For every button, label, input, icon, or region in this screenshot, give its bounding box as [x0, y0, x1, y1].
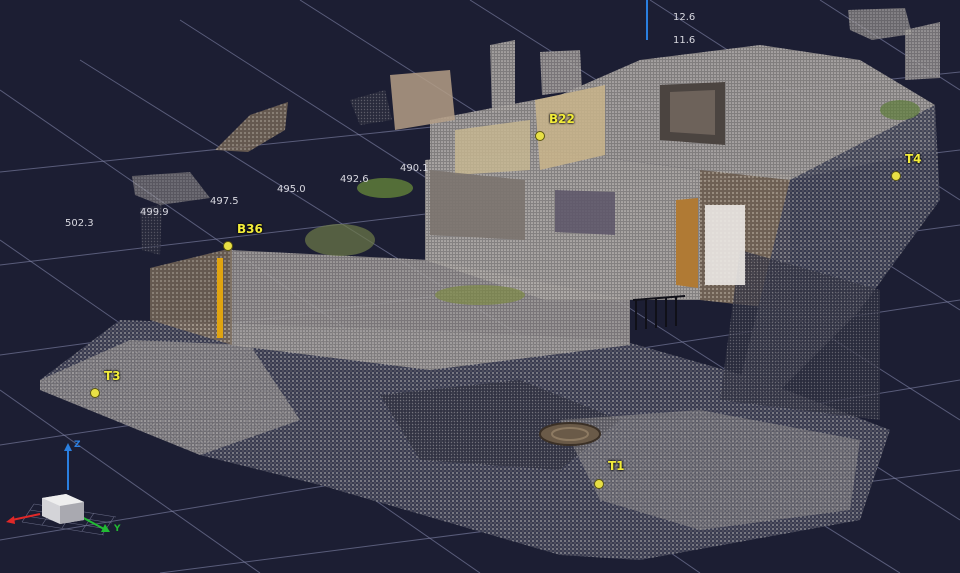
grid-label-vertical-second: 11.6: [673, 35, 696, 46]
grid-label-497: 497.5: [210, 196, 239, 207]
marker-label-t1: T1: [608, 459, 625, 473]
grid-label-492: 492.6: [340, 174, 369, 185]
grid-label-499: 499.9: [140, 207, 169, 218]
marker-point-b36[interactable]: [223, 241, 233, 251]
marker-label-b22: B22: [549, 112, 575, 126]
marker-point-t3[interactable]: [90, 388, 100, 398]
axis-z-label: Z: [74, 440, 81, 450]
axis-y-label: Y: [114, 524, 121, 534]
marker-label-t4: T4: [905, 152, 922, 166]
axis-orientation-gizmo[interactable]: Z Y: [4, 440, 134, 550]
grid-label-vertical-top: 12.6: [673, 12, 696, 23]
marker-label-t3: T3: [104, 369, 121, 383]
marker-point-t1[interactable]: [594, 479, 604, 489]
marker-label-b36: B36: [237, 222, 263, 236]
grid-label-502: 502.3: [65, 218, 94, 229]
point-cloud-viewport[interactable]: 12.6 11.6 502.3 499.9 497.5 495.0 492.6 …: [0, 0, 960, 573]
marker-point-t4[interactable]: [891, 171, 901, 181]
grid-label-495: 495.0: [277, 184, 306, 195]
marker-point-b22[interactable]: [535, 131, 545, 141]
point-cloud-scene[interactable]: [0, 0, 960, 573]
grid-label-490: 490.1: [400, 163, 429, 174]
